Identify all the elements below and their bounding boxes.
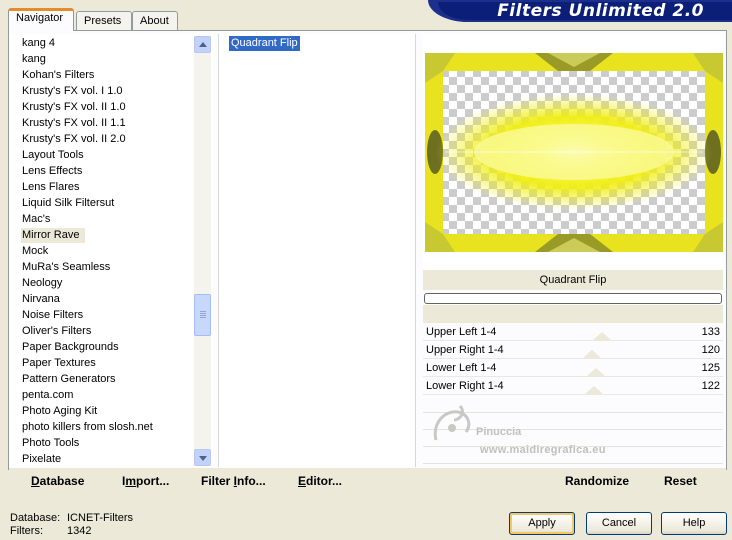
reset-button[interactable]: Reset [664, 474, 697, 489]
category-item[interactable]: Neology [21, 276, 63, 291]
category-item[interactable]: kang [21, 52, 47, 67]
app-banner: Filters Unlimited 2.0 [428, 0, 732, 22]
watermark: Pinuccia www.maidiregrafica.eu [428, 398, 658, 460]
category-item[interactable]: Noise Filters [21, 308, 84, 323]
slider-track[interactable] [505, 378, 691, 395]
help-button[interactable]: Help [661, 512, 727, 535]
slider-label: Upper Right 1-4 [426, 344, 504, 356]
category-item[interactable]: Krusty's FX vol. II 2.0 [21, 132, 127, 147]
slider-row[interactable]: Upper Right 1-4 120 [423, 342, 723, 359]
cancel-button[interactable]: Cancel [586, 512, 652, 535]
category-item[interactable]: Pattern Generators [21, 372, 117, 387]
category-item[interactable]: Krusty's FX vol. II 1.0 [21, 100, 127, 115]
preview-filter-name: Quadrant Flip [423, 270, 723, 290]
tab-about[interactable]: About [132, 11, 178, 30]
slider-track[interactable] [505, 324, 691, 341]
scroll-down-button[interactable] [194, 449, 211, 466]
slider-row[interactable]: Lower Left 1-4 125 [423, 360, 723, 377]
tab-presets[interactable]: Presets [76, 11, 132, 30]
preview-image [425, 53, 723, 252]
category-item[interactable]: Paper Textures [21, 356, 97, 371]
import-button[interactable]: Import... [122, 474, 169, 489]
category-item[interactable]: penta.com [21, 388, 74, 403]
slider-value: 133 [701, 326, 720, 338]
watermark-logo-icon [433, 404, 471, 441]
category-item[interactable]: Liquid Silk Filtersut [21, 196, 115, 211]
database-label: Database: [10, 512, 61, 524]
filter-list[interactable]: Quadrant Flip [218, 34, 416, 467]
spacer [423, 305, 723, 323]
category-item[interactable]: MuRa's Seamless [21, 260, 111, 275]
category-scrollbar[interactable] [194, 36, 211, 466]
category-item[interactable]: Photo Tools [21, 436, 80, 451]
filters-count-label: Filters: [10, 525, 43, 537]
grip-line [200, 313, 206, 314]
category-item[interactable]: Photo Aging Kit [21, 404, 98, 419]
category-item[interactable]: Nirvana [21, 292, 61, 307]
randomize-button[interactable]: Randomize [565, 474, 629, 489]
arrow-up-icon [199, 42, 207, 47]
category-item[interactable]: Mac's [21, 212, 51, 227]
category-item[interactable]: Layout Tools [21, 148, 85, 163]
progress-bar [424, 293, 722, 304]
app-title: Filters Unlimited 2.0 [497, 1, 704, 21]
watermark-url: www.maidiregrafica.eu [480, 444, 606, 456]
slider-value: 125 [701, 362, 720, 374]
category-item[interactable]: Lens Effects [21, 164, 83, 179]
slider-label: Upper Left 1-4 [426, 326, 497, 338]
category-item[interactable]: Krusty's FX vol. I 1.0 [21, 84, 124, 99]
category-item[interactable]: Kohan's Filters [21, 68, 95, 83]
slider-thumb[interactable] [587, 368, 606, 376]
watermark-name: Pinuccia [476, 426, 522, 438]
category-item[interactable]: Lens Flares [21, 180, 80, 195]
slider-value: 120 [701, 344, 720, 356]
scroll-up-button[interactable] [194, 36, 211, 53]
category-item[interactable]: Paper Backgrounds [21, 340, 120, 355]
database-value: ICNET-Filters [67, 512, 133, 524]
slider-value: 122 [701, 380, 720, 392]
scroll-thumb[interactable] [194, 294, 211, 336]
category-item[interactable]: Pixelate [21, 452, 62, 467]
preview-area [423, 34, 723, 269]
filters-count-value: 1342 [67, 525, 92, 537]
category-item[interactable]: Oliver's Filters [21, 324, 92, 339]
slider-thumb[interactable] [583, 350, 602, 358]
slider-track[interactable] [505, 360, 691, 377]
category-item[interactable]: Mirror Rave [21, 228, 86, 243]
slider-row[interactable]: Lower Right 1-4 122 [423, 378, 723, 395]
slider-track[interactable] [505, 342, 691, 359]
filter-item-selected[interactable]: Quadrant Flip [229, 36, 300, 51]
slider-label: Lower Left 1-4 [426, 362, 497, 374]
slider-thumb[interactable] [592, 332, 611, 340]
slider-label: Lower Right 1-4 [426, 380, 504, 392]
database-button[interactable]: Database [31, 474, 84, 489]
category-list[interactable]: kang 4 kang Kohan's Filters Krusty's FX vol… [9, 34, 213, 467]
slider-row[interactable]: Upper Left 1-4 133 [423, 324, 723, 341]
grip-line [200, 315, 206, 316]
grip-line [200, 311, 206, 312]
category-item[interactable]: photo killers from slosh.net [21, 420, 154, 435]
filter-info-button[interactable]: Filter Info... [201, 474, 266, 489]
grip-line [200, 317, 206, 318]
category-item[interactable]: kang 4 [21, 36, 56, 51]
category-item[interactable]: Mock [21, 244, 49, 259]
editor-button[interactable]: Editor... [298, 474, 342, 489]
apply-button[interactable]: Apply [509, 512, 575, 535]
category-item[interactable]: Krusty's FX vol. II 1.1 [21, 116, 127, 131]
arrow-down-icon [199, 456, 207, 461]
slider-thumb[interactable] [585, 386, 604, 394]
tab-navigator[interactable]: Navigator [8, 8, 74, 31]
